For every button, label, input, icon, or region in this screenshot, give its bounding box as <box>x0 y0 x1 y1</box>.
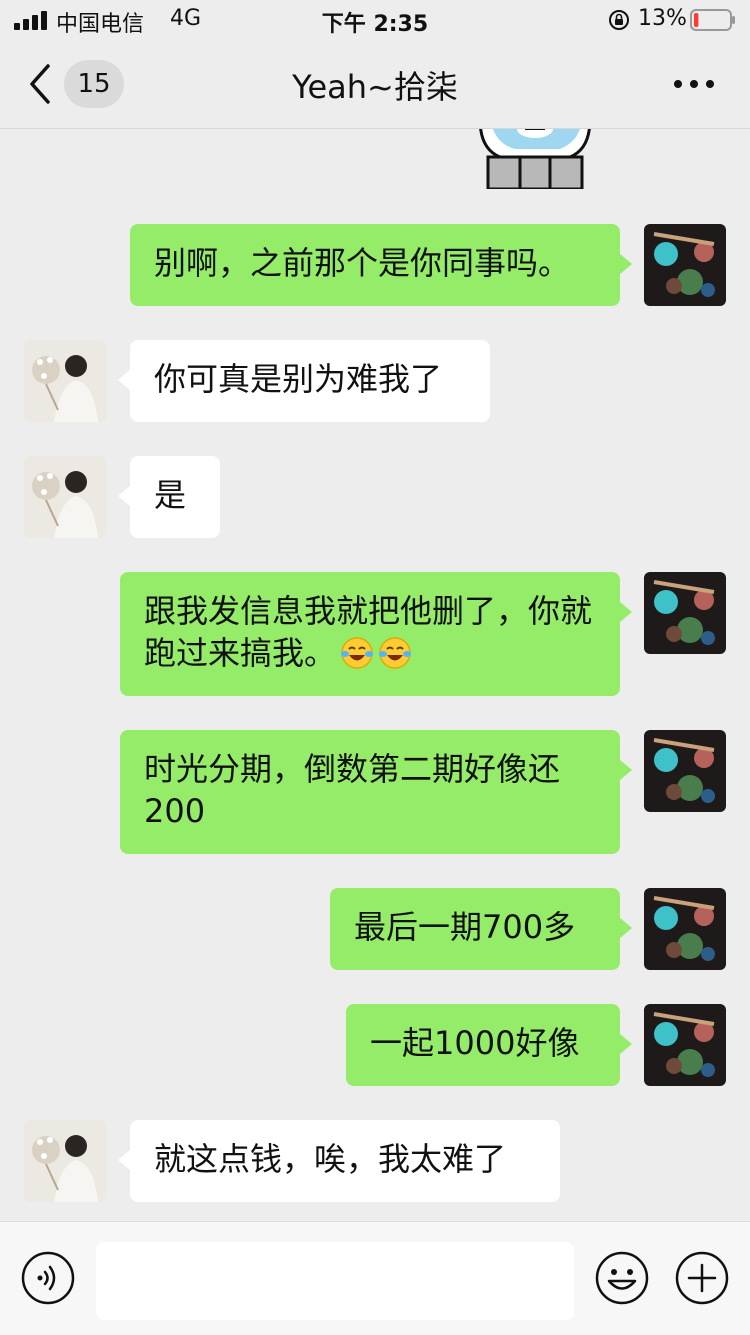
battery-icon <box>690 9 735 31</box>
voice-icon[interactable] <box>20 1250 76 1306</box>
message-bubble-incoming[interactable]: 就这点钱，唉，我太难了 <box>118 1120 560 1202</box>
message-input[interactable] <box>96 1242 574 1320</box>
message-text: 你可真是别为难我了 <box>154 360 443 398</box>
battery-percent: 13% <box>638 6 687 31</box>
my-avatar[interactable] <box>644 572 726 654</box>
message-text: 别啊，之前那个是你同事吗。 <box>154 244 571 282</box>
contact-avatar[interactable] <box>24 456 106 538</box>
chat-title: Yeah~拾柒 <box>292 68 458 106</box>
chat-header: 15 Yeah~拾柒 <box>0 40 750 129</box>
message-text: 就这点钱，唉，我太难了 <box>154 1140 507 1178</box>
message-bubble-outgoing[interactable]: 最后一期700多 <box>330 888 632 970</box>
face-with-tears-of-joy-icon <box>379 637 412 669</box>
emoji-icon[interactable] <box>594 1250 650 1306</box>
message-bubble-outgoing[interactable]: 别啊，之前那个是你同事吗。 <box>130 224 632 306</box>
message-bubble-incoming[interactable]: 是 <box>118 456 220 538</box>
plus-icon[interactable] <box>674 1250 730 1306</box>
message-text: 最后一期700多 <box>354 908 576 946</box>
my-avatar[interactable] <box>644 224 726 306</box>
status-bar: 中国电信 4G 下午 2:35 13% <box>0 0 750 40</box>
unread-count-badge[interactable]: 15 <box>64 60 124 108</box>
contact-avatar[interactable] <box>24 1120 106 1202</box>
message-bubble-incoming[interactable]: 你可真是别为难我了 <box>118 340 490 422</box>
face-with-tears-of-joy-icon <box>341 637 374 669</box>
message-text: 是 <box>154 476 187 514</box>
message-text: 时光分期，倒数第二期好像还200 <box>144 750 561 830</box>
back-chevron-icon[interactable] <box>26 60 56 108</box>
message-list[interactable]: 别啊，之前那个是你同事吗。 你可真是别为难我了 是 跟我发信息我就把他删了，你就… <box>0 129 750 1221</box>
rotation-lock-icon <box>609 10 629 30</box>
message-text: 一起1000好像 <box>370 1024 580 1062</box>
my-avatar[interactable] <box>644 730 726 812</box>
contact-avatar[interactable] <box>24 340 106 422</box>
my-avatar[interactable] <box>644 888 726 970</box>
my-avatar[interactable] <box>644 1004 726 1086</box>
message-bubble-outgoing[interactable]: 时光分期，倒数第二期好像还200 <box>120 730 632 854</box>
message-bubble-outgoing[interactable]: 跟我发信息我就把他删了，你就跑过来搞我。 <box>120 572 632 696</box>
more-options-icon[interactable] <box>668 70 720 98</box>
sticker-image[interactable] <box>470 129 600 189</box>
input-bar <box>0 1221 750 1335</box>
message-bubble-outgoing[interactable]: 一起1000好像 <box>346 1004 632 1086</box>
